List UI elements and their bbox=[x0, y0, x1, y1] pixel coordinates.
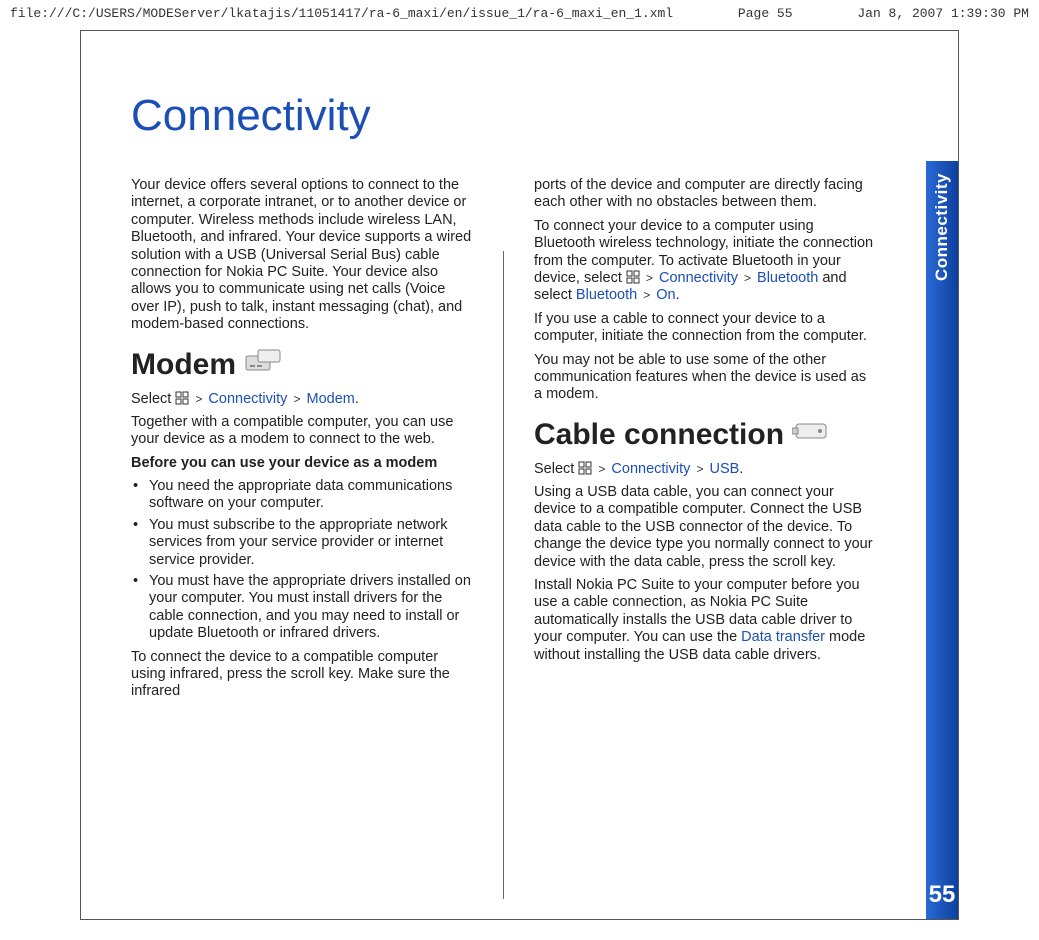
chevron-right-icon: > bbox=[644, 271, 655, 285]
modem-requirements-list: You need the appropriate data communicat… bbox=[131, 478, 473, 643]
modem-heading-text: Modem bbox=[131, 347, 236, 383]
right-column: ports of the device and computer are dir… bbox=[534, 171, 876, 899]
nav-connectivity: Connectivity bbox=[208, 391, 287, 407]
usb-icon bbox=[792, 416, 832, 455]
nav-bluetooth-2: Bluetooth bbox=[576, 287, 637, 303]
list-item: You must have the appropriate drivers in… bbox=[131, 573, 473, 643]
cable-p2: Install Nokia PC Suite to your computer … bbox=[534, 577, 876, 664]
page-frame: Connectivity Your device offers several … bbox=[80, 30, 959, 920]
bluetooth-paragraph: To connect your device to a computer usi… bbox=[534, 218, 876, 305]
nav-on: On bbox=[656, 287, 675, 303]
modem-limitation-p: You may not be able to use some of the o… bbox=[534, 352, 876, 404]
menu-icon bbox=[578, 461, 592, 475]
nav-bluetooth: Bluetooth bbox=[757, 270, 818, 286]
chevron-right-icon: > bbox=[641, 288, 652, 302]
page-number: 55 bbox=[929, 881, 956, 909]
menu-icon bbox=[175, 391, 189, 405]
nav-usb: USB bbox=[709, 461, 739, 477]
modem-icon bbox=[244, 346, 284, 385]
nav-modem: Modem bbox=[306, 391, 354, 407]
column-divider bbox=[503, 251, 504, 899]
chevron-right-icon: > bbox=[596, 462, 607, 476]
cable-select-line: Select > Connectivity > USB. bbox=[534, 461, 876, 478]
chevron-right-icon: > bbox=[694, 462, 705, 476]
content-area: Connectivity Your device offers several … bbox=[81, 31, 926, 919]
chevron-right-icon: > bbox=[742, 271, 753, 285]
side-tab: Connectivity 55 bbox=[926, 161, 958, 919]
page-indicator: Page 55 bbox=[738, 6, 793, 21]
cable-heading-text: Cable connection bbox=[534, 417, 784, 453]
left-column: Your device offers several options to co… bbox=[131, 171, 473, 899]
chevron-right-icon: > bbox=[193, 392, 204, 406]
print-header: file:///C:/USERS/MODEServer/lkatajis/110… bbox=[0, 0, 1039, 21]
timestamp: Jan 8, 2007 1:39:30 PM bbox=[857, 6, 1029, 21]
cable-p1: Using a USB data cable, you can connect … bbox=[534, 484, 876, 571]
list-item: You must subscribe to the appropriate ne… bbox=[131, 517, 473, 569]
side-tab-label: Connectivity bbox=[932, 173, 952, 281]
intro-paragraph: Your device offers several options to co… bbox=[131, 177, 473, 334]
modem-p2: To connect the device to a compatible co… bbox=[131, 649, 473, 701]
menu-icon bbox=[626, 270, 640, 284]
list-item: You need the appropriate data communicat… bbox=[131, 478, 473, 513]
cable-initiate-p: If you use a cable to connect your devic… bbox=[534, 311, 876, 346]
cable-heading: Cable connection bbox=[534, 416, 876, 455]
modem-select-line: Select > Connectivity > Modem. bbox=[131, 391, 473, 408]
col2-top: ports of the device and computer are dir… bbox=[534, 177, 876, 212]
page-title: Connectivity bbox=[131, 91, 371, 141]
modem-before-heading: Before you can use your device as a mode… bbox=[131, 455, 473, 472]
modem-heading: Modem bbox=[131, 346, 473, 385]
chevron-right-icon: > bbox=[291, 392, 302, 406]
nav-connectivity: Connectivity bbox=[611, 461, 690, 477]
modem-p1: Together with a compatible computer, you… bbox=[131, 414, 473, 449]
nav-data-transfer: Data transfer bbox=[741, 629, 825, 645]
nav-connectivity: Connectivity bbox=[659, 270, 738, 286]
file-path: file:///C:/USERS/MODEServer/lkatajis/110… bbox=[10, 6, 673, 21]
